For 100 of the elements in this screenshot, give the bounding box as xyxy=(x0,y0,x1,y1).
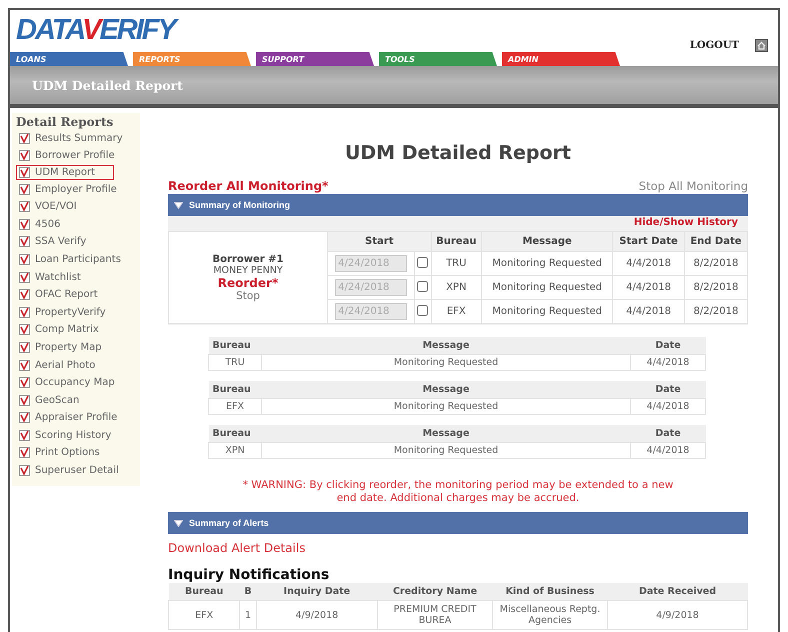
checkbox[interactable] xyxy=(417,256,428,268)
check-icon xyxy=(19,377,30,388)
nav-tab[interactable]: LOANS xyxy=(10,52,128,66)
table-cell: 4/4/2018 xyxy=(612,252,684,276)
reorder-link[interactable]: Reorder* xyxy=(170,276,326,290)
column-header: Bureau xyxy=(168,583,240,600)
sidebar-item[interactable]: OFAC Report xyxy=(16,286,101,303)
check-icon xyxy=(19,324,30,336)
history-toggle-link[interactable]: Hide/Show History xyxy=(634,217,738,231)
sidebar-item[interactable]: Property Map xyxy=(16,339,105,356)
check-icon xyxy=(19,272,30,283)
table-cell: 4/4/2018 xyxy=(612,276,684,300)
sidebar-item[interactable]: Occupancy Map xyxy=(16,374,118,391)
check-icon xyxy=(19,132,30,144)
check-icon xyxy=(19,394,30,406)
table-cell: Miscellaneous Reptg. Agencies xyxy=(492,600,608,630)
section-header[interactable]: Summary of Monitoring xyxy=(168,194,748,216)
column-header: Start xyxy=(328,232,432,252)
section-header[interactable]: Summary of Alerts xyxy=(168,512,748,534)
table-cell: TRU xyxy=(431,252,482,276)
column-header: Bureau xyxy=(431,232,482,252)
sidebar-item[interactable]: SSA Verify xyxy=(16,234,90,250)
check-icon xyxy=(19,184,30,195)
table-cell: Monitoring Requested xyxy=(481,252,613,276)
sidebar-item[interactable]: UDM Report xyxy=(16,165,114,180)
table-cell: Monitoring Requested xyxy=(262,354,630,370)
sidebar-item[interactable]: Employer Profile xyxy=(16,180,120,198)
sidebar-item[interactable]: Print Options xyxy=(16,444,103,462)
column-header: Date Received xyxy=(608,583,748,600)
home-icon[interactable] xyxy=(755,39,768,52)
column-header: Date xyxy=(630,381,706,398)
check-icon xyxy=(19,289,30,300)
table-cell: 4/9/2018 xyxy=(256,600,378,630)
table-cell: 4/9/2018 xyxy=(608,600,748,630)
table-cell: EFX xyxy=(208,398,262,414)
sidebar-item[interactable]: Borrower Profile xyxy=(16,148,118,164)
checkbox[interactable] xyxy=(417,280,428,292)
check-icon xyxy=(19,201,30,212)
warning-text: * WARNING: By clicking reorder, the monitoring period may be extended to a new end date. Additional charges may be accrued. xyxy=(242,479,674,505)
nav-tab[interactable]: ADMIN xyxy=(502,52,620,66)
sidebar-heading: Detail Reports xyxy=(16,115,114,129)
sidebar-item[interactable]: Aerial Photo xyxy=(16,356,98,374)
table-cell: EFX xyxy=(431,300,482,324)
column-header: Inquiry Date xyxy=(256,583,378,600)
borrower-label: Borrower #1 xyxy=(212,254,284,264)
column-header: Message xyxy=(262,337,630,354)
check-icon xyxy=(19,150,30,162)
page-title: UDM Detailed Report xyxy=(32,78,183,92)
check-icon xyxy=(19,430,30,441)
sidebar-item[interactable]: Loan Participants xyxy=(16,251,124,268)
nav-tab[interactable]: TOOLS xyxy=(379,52,497,66)
column-header: Date xyxy=(630,337,706,354)
check-icon xyxy=(19,306,30,318)
check-icon xyxy=(19,254,30,265)
table-cell: Monitoring Requested xyxy=(262,442,630,458)
report-title: UDM Detailed Report xyxy=(344,142,572,166)
table-cell: 8/2/2018 xyxy=(684,276,748,300)
check-icon xyxy=(19,360,30,371)
sidebar-item[interactable]: PropertyVerify xyxy=(16,304,109,321)
check-icon xyxy=(19,412,30,424)
sidebar-item[interactable]: Superuser Detail xyxy=(16,462,122,479)
table-cell: 4/4/2018 xyxy=(630,442,706,458)
caret-icon xyxy=(174,202,183,208)
table-cell: 1 xyxy=(240,600,256,630)
nav-tab[interactable]: SUPPORT xyxy=(256,52,374,66)
table-cell: XPN xyxy=(208,442,262,458)
sidebar-item[interactable]: Results Summary xyxy=(16,130,126,147)
check-icon xyxy=(19,465,30,476)
column-header: Bureau xyxy=(208,425,262,442)
reorder-link[interactable]: Reorder All Monitoring* xyxy=(168,179,328,193)
check-icon xyxy=(19,166,30,178)
stop-link[interactable]: Stop All Monitoring xyxy=(638,179,748,193)
sidebar-item[interactable]: Scoring History xyxy=(16,427,114,444)
caret-icon xyxy=(174,520,183,526)
table-cell: 8/2/2018 xyxy=(684,252,748,276)
check-icon xyxy=(19,447,30,458)
table-cell: XPN xyxy=(431,276,482,300)
stop-link[interactable]: Stop xyxy=(170,290,326,302)
sidebar-item[interactable]: 4506 xyxy=(16,216,64,233)
column-header: Message xyxy=(262,425,630,442)
column-header: Creditory Name xyxy=(378,583,493,600)
sidebar-item[interactable]: Comp Matrix xyxy=(16,322,102,338)
borrower-name: MONEY PENNY xyxy=(212,264,284,276)
logout-link[interactable]: LOGOUT xyxy=(690,40,739,51)
column-header: Message xyxy=(262,381,630,398)
table-cell: Monitoring Requested xyxy=(481,300,613,324)
sidebar-item[interactable]: GeoScan xyxy=(16,392,82,408)
check-icon xyxy=(19,236,30,248)
table-cell: 4/4/2018 xyxy=(630,398,706,414)
download-link[interactable]: Download Alert Details xyxy=(168,541,306,555)
column-header: Date xyxy=(630,425,706,442)
sidebar-item[interactable]: Appraiser Profile xyxy=(16,410,120,426)
table-cell: 4/4/2018 xyxy=(630,354,706,370)
column-header: Bureau xyxy=(208,381,262,398)
table-cell: TRU xyxy=(208,354,262,370)
sidebar-item[interactable]: Watchlist xyxy=(16,268,84,286)
check-icon xyxy=(19,218,30,230)
table-cell: Monitoring Requested xyxy=(481,276,613,300)
checkbox[interactable] xyxy=(417,304,428,316)
sidebar-item[interactable]: VOE/VOI xyxy=(16,198,80,215)
